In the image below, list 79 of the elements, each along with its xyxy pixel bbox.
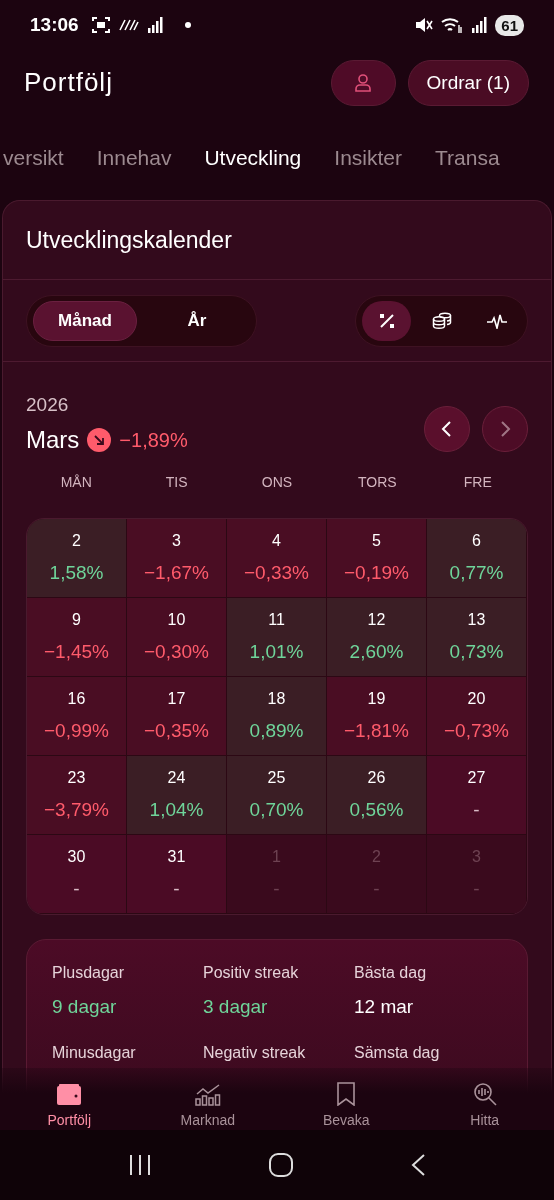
day-cell[interactable]: 23 −3,79% xyxy=(27,756,127,835)
tab[interactable]: versikt xyxy=(3,145,64,170)
day-cell[interactable]: 26 0,56% xyxy=(327,756,427,835)
page-title: Portfölj xyxy=(24,67,113,98)
nav-item[interactable]: Hitta xyxy=(415,1082,554,1128)
notification-dot xyxy=(184,22,191,28)
day-cell[interactable]: 19 −1,81% xyxy=(327,677,427,756)
battery-indicator: 61 xyxy=(495,14,524,36)
back-icon[interactable] xyxy=(410,1153,426,1177)
wallet-icon xyxy=(56,1084,83,1106)
month-label: Mars xyxy=(26,426,80,454)
stat-value: 3 dagar xyxy=(203,996,269,1018)
stat-value: 9 dagar xyxy=(52,996,118,1018)
percent-icon xyxy=(377,311,396,330)
day-cell[interactable]: 5 −0,19% xyxy=(327,519,427,598)
nav-item[interactable]: Bevaka xyxy=(277,1082,416,1128)
stat-label: Plusdagar xyxy=(52,964,126,982)
tab[interactable]: Utveckling xyxy=(204,145,302,170)
signal-icon xyxy=(471,17,488,33)
period-option[interactable]: År xyxy=(145,300,249,341)
weekday-label: ONS xyxy=(260,474,294,492)
day-cell[interactable]: 3 −1,67% xyxy=(127,519,227,598)
chevron-right-icon xyxy=(498,420,512,438)
home-icon[interactable] xyxy=(268,1152,294,1178)
stat-label: Bästa dag xyxy=(354,964,428,982)
nav-item[interactable]: Portfölj xyxy=(0,1084,139,1128)
bar-chart-icon xyxy=(194,1084,221,1106)
tab[interactable]: Transa xyxy=(435,145,500,170)
coins-icon xyxy=(431,311,452,330)
stat-label: Sämsta dag xyxy=(354,1044,441,1062)
day-cell[interactable]: 17 −0,35% xyxy=(127,677,227,756)
weekday-label: TIS xyxy=(164,474,189,492)
weekday-label: MÅN xyxy=(59,474,93,492)
day-cell[interactable]: 11 1,01% xyxy=(227,598,327,677)
weekday-label: TORS xyxy=(357,474,398,492)
profile-button[interactable] xyxy=(330,59,396,106)
weekday-label: FRE xyxy=(462,474,493,492)
day-cell[interactable]: 27 - xyxy=(427,756,527,835)
mute-icon xyxy=(415,16,434,34)
stat-label: Negativ streak xyxy=(203,1044,307,1062)
data-icon xyxy=(118,19,139,31)
day-cell[interactable]: 25 0,70% xyxy=(227,756,327,835)
stat-value: 12 mar xyxy=(354,996,415,1018)
month-change: −1,89% xyxy=(119,428,188,452)
status-time: 13:06 xyxy=(30,14,79,36)
wifi-icon xyxy=(441,16,464,34)
card-title: Utvecklingskalender xyxy=(3,201,551,280)
day-cell[interactable]: 6 0,77% xyxy=(427,519,527,598)
day-cell[interactable]: 4 −0,33% xyxy=(227,519,327,598)
search-icon xyxy=(472,1082,497,1106)
day-cell[interactable]: 2 1,58% xyxy=(27,519,127,598)
day-cell[interactable]: 24 1,04% xyxy=(127,756,227,835)
tab[interactable]: Innehav xyxy=(96,145,172,170)
pulse-icon xyxy=(485,312,508,329)
day-cell[interactable]: 20 −0,73% xyxy=(427,677,527,756)
day-cell[interactable]: 13 0,73% xyxy=(427,598,527,677)
day-cell[interactable]: 12 2,60% xyxy=(327,598,427,677)
day-cell[interactable]: 18 0,89% xyxy=(227,677,327,756)
chevron-left-icon xyxy=(440,420,454,438)
screenshot-icon xyxy=(90,16,111,34)
nav-item[interactable]: Marknad xyxy=(138,1084,277,1128)
stat-label: Positiv streak xyxy=(203,964,300,982)
percent-mode-button[interactable] xyxy=(362,300,411,341)
stat-label: Minusdagar xyxy=(52,1044,137,1062)
person-icon xyxy=(353,72,374,93)
year-label: 2026 xyxy=(26,394,70,416)
day-cell[interactable]: 31 - xyxy=(127,835,227,914)
trend-down-icon xyxy=(87,428,112,452)
day-cell[interactable]: 9 −1,45% xyxy=(27,598,127,677)
day-cell[interactable]: 30 - xyxy=(27,835,127,914)
signal-icon xyxy=(146,17,163,33)
period-option[interactable]: Månad xyxy=(33,300,137,341)
recent-apps-icon[interactable] xyxy=(128,1154,152,1176)
day-cell[interactable]: 10 −0,30% xyxy=(127,598,227,677)
tab[interactable]: Insikter xyxy=(334,145,402,170)
orders-button[interactable]: Ordrar (1) xyxy=(407,59,529,106)
previous-month-button[interactable] xyxy=(424,406,470,452)
bookmark-icon xyxy=(335,1082,358,1106)
day-cell[interactable]: 16 −0,99% xyxy=(27,677,127,756)
